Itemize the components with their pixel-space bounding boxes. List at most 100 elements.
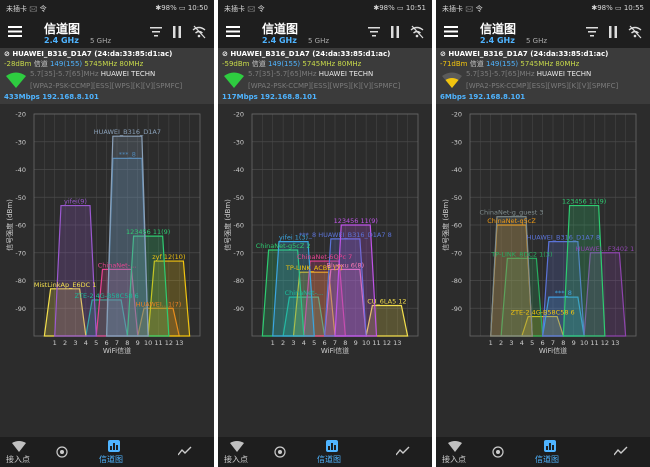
- tab-2-4ghz[interactable]: 2.4 GHz: [44, 36, 79, 45]
- y-tick-label: -90: [233, 305, 244, 313]
- nav-channel-graph[interactable]: 信道图: [535, 454, 559, 465]
- menu-icon[interactable]: [8, 26, 22, 37]
- status-left: 未插卡 🖂 令: [6, 5, 47, 13]
- nav-channel-graph[interactable]: 信道图: [99, 454, 123, 465]
- wifi-scan-icon[interactable]: [192, 25, 206, 39]
- pause-icon[interactable]: [608, 26, 618, 38]
- status-bar: 未插卡 🖂 令 ✱98% ▭ 10:51: [218, 0, 432, 16]
- x-tick-label: 11: [154, 339, 162, 347]
- channel-chart[interactable]: 信号强度 (dBm) -20 -30 -40 -50 -60 -70 -80 -90 HUAWEI…: [0, 104, 214, 368]
- time-graph-icon[interactable]: [178, 446, 192, 456]
- y-tick-label: -60: [233, 222, 244, 230]
- ap-details: -59dBm 信道 149(155) 5745MHz 80MHz: [222, 60, 362, 68]
- status-left: 未插卡 🖂 令: [442, 5, 483, 13]
- ssid: ⊘ HUAWEI_B316_D1A7 (24:da:33:85:d1:ac): [222, 50, 391, 58]
- x-tick-label: 3: [73, 339, 77, 347]
- wifi-signal-icon: [442, 72, 462, 88]
- nav-channel-graph[interactable]: 信道图: [317, 454, 341, 465]
- tab-5ghz[interactable]: 5 GHz: [526, 37, 547, 45]
- x-tick-label: 11: [590, 339, 598, 347]
- x-tick-label: 7: [115, 339, 119, 347]
- y-tick-label: -90: [15, 305, 26, 313]
- filter-icon[interactable]: [586, 27, 598, 37]
- ssid: ⊘ HUAWEI_B316_D1A7 (24:da:33:85:d1:ac): [4, 50, 173, 58]
- tab-5ghz[interactable]: 5 GHz: [308, 37, 329, 45]
- x-tick-label: 12: [383, 339, 391, 347]
- filter-icon[interactable]: [150, 27, 162, 37]
- series-label: HUAWEI_B316_D1A7: [94, 128, 161, 136]
- status-bar: 未插卡 🖂 令 ✱98% ▭ 10:50: [0, 0, 214, 16]
- screen-panel-1: 未插卡 🖂 令 ✱98% ▭ 10:50 信道图 2.4 GHz 5 GHz ⊘…: [0, 0, 214, 467]
- series-label: Bluoxu 6(8): [327, 261, 365, 269]
- y-tick-label: -20: [15, 111, 26, 119]
- series-label: 123456 11(9): [334, 217, 378, 225]
- x-tick-label: 13: [611, 339, 619, 347]
- connected-ap-card[interactable]: ⊘ HUAWEI_B316_D1A7 (24:da:33:85:d1:ac) -…: [436, 48, 650, 104]
- connected-ap-card[interactable]: ⊘ HUAWEI_B316_D1A7 (24:da:33:85:d1:ac) -…: [0, 48, 214, 104]
- x-tick-label: 7: [551, 339, 555, 347]
- app-bar: 信道图 2.4 GHz 5 GHz: [218, 16, 432, 48]
- x-tick-label: 8: [125, 339, 129, 347]
- access-point-icon[interactable]: [12, 441, 26, 452]
- channel-chart[interactable]: 信号强度 (dBm)-20-30-40-50-60-70-80-90123456…: [436, 104, 650, 368]
- y-tick-label: -40: [15, 166, 26, 174]
- x-tick-label: 8: [561, 339, 565, 347]
- time-graph-icon[interactable]: [614, 446, 628, 456]
- x-axis-label: WiFi信道: [103, 346, 131, 355]
- x-tick-label: 4: [302, 339, 306, 347]
- channel-graph-icon[interactable]: [544, 440, 556, 452]
- x-tick-label: 1: [271, 339, 275, 347]
- pause-icon[interactable]: [172, 26, 182, 38]
- radar-icon[interactable]: [56, 446, 68, 458]
- y-tick-label: -70: [233, 249, 244, 257]
- nav-access-point[interactable]: 接入点: [6, 454, 30, 465]
- bottom-nav: 接入点 信道图: [0, 437, 214, 467]
- wifi-signal-icon: [6, 72, 26, 88]
- nav-access-point[interactable]: 接入点: [442, 454, 466, 465]
- menu-icon[interactable]: [226, 26, 240, 37]
- tab-2-4ghz[interactable]: 2.4 GHz: [262, 36, 297, 45]
- radar-icon[interactable]: [274, 446, 286, 458]
- x-tick-label: 5: [530, 339, 534, 347]
- connected-ap-card[interactable]: ⊘ HUAWEI_B316_D1A7 (24:da:33:85:d1:ac) -…: [218, 48, 432, 104]
- wifi-scan-icon[interactable]: [628, 25, 642, 39]
- screen-panel-3: 未插卡 🖂 令 ✱98% ▭ 10:55 信道图 2.4 GHz 5 GHz ⊘…: [436, 0, 650, 467]
- access-point-icon[interactable]: [230, 441, 244, 452]
- series-label: ChinaNet-q5cZ: [487, 217, 536, 225]
- page-title: 信道图: [262, 22, 299, 36]
- x-tick-label: 13: [175, 339, 183, 347]
- wifi-signal-shape: [224, 72, 244, 88]
- x-tick-label: 6: [323, 339, 327, 347]
- channel-chart[interactable]: 信号强度 (dBm)-20-30-40-50-60-70-80-90123456…: [218, 104, 432, 368]
- filter-icon[interactable]: [368, 27, 380, 37]
- x-tick-label: 3: [509, 339, 513, 347]
- nav-access-point[interactable]: 接入点: [224, 454, 248, 465]
- x-tick-label: 7: [333, 339, 337, 347]
- tab-2-4ghz[interactable]: 2.4 GHz: [480, 36, 515, 45]
- series-label: ZTE-2.4G-B58C58 6: [511, 309, 575, 317]
- vendor-row: 5.7[35]-5.7[65]MHz HUAWEI TECHN: [30, 70, 156, 78]
- menu-icon[interactable]: [444, 26, 458, 37]
- y-axis-label: 信号强度 (dBm): [5, 199, 14, 251]
- radar-icon[interactable]: [492, 446, 504, 458]
- series-label: ***_8 HUAWEI_B316_D1A7 8: [299, 231, 392, 239]
- tab-5ghz[interactable]: 5 GHz: [90, 37, 111, 45]
- x-tick-label: 6: [541, 339, 545, 347]
- x-tick-label: 11: [372, 339, 380, 347]
- wifi-scan-icon[interactable]: [410, 25, 424, 39]
- y-tick-label: -30: [233, 138, 244, 146]
- y-tick-label: -80: [233, 277, 244, 285]
- x-tick-label: 5: [312, 339, 316, 347]
- pause-icon[interactable]: [390, 26, 400, 38]
- y-tick-label: -50: [451, 194, 462, 202]
- time-graph-icon[interactable]: [396, 446, 410, 456]
- screen-panel-2: 未插卡 🖂 令 ✱98% ▭ 10:51 信道图 2.4 GHz 5 GHz ⊘…: [218, 0, 432, 467]
- channel-graph-icon[interactable]: [326, 440, 338, 452]
- wifi-signal-shape: [445, 78, 459, 88]
- x-tick-label: 4: [84, 339, 88, 347]
- capabilities: [WPA2-PSK-CCMP][ESS][WPS][K][V][SPMFC]: [466, 82, 619, 90]
- channel-graph-icon[interactable]: [108, 440, 120, 452]
- y-tick-label: -40: [451, 166, 462, 174]
- x-tick-label: 10: [144, 339, 152, 347]
- access-point-icon[interactable]: [448, 441, 462, 452]
